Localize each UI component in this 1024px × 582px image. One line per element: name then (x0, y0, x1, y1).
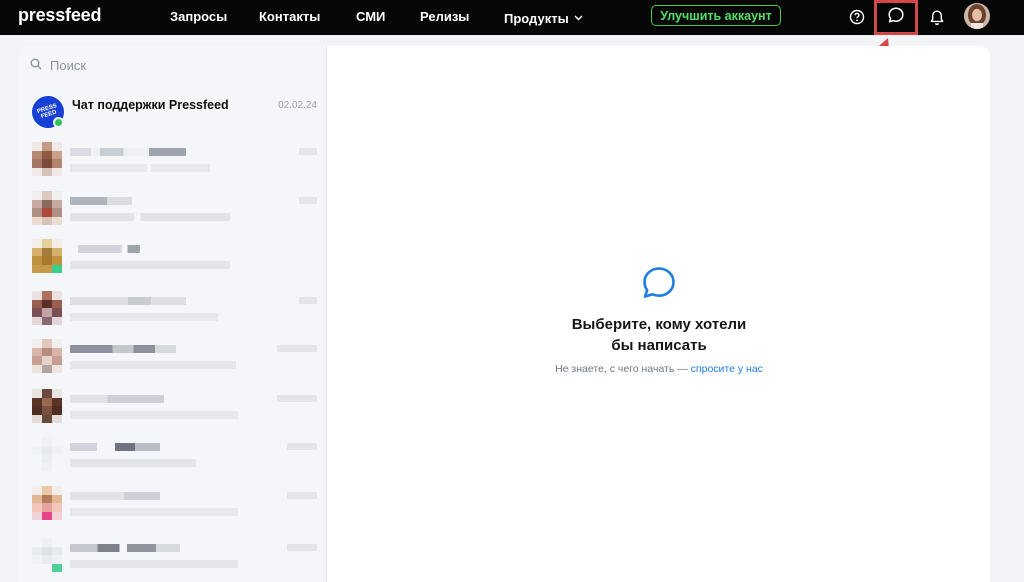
list-item[interactable] (32, 142, 317, 182)
chat-bubble-icon (643, 267, 675, 298)
nav-products[interactable]: Продукты (504, 9, 583, 26)
nav-products-label: Продукты (504, 11, 569, 26)
support-chat-date: 02.02.24 (278, 100, 317, 111)
conversation-empty-state: Выберите, кому хотели бы написать Не зна… (328, 46, 990, 582)
nav-requests[interactable]: Запросы (170, 9, 227, 24)
messages-panel: Поиск PRESS FEED Чат поддержки Pressfeed … (18, 46, 990, 582)
avatar (32, 191, 62, 225)
list-item[interactable] (32, 291, 317, 331)
avatar (32, 437, 62, 471)
list-item[interactable] (32, 538, 317, 578)
ask-us-link[interactable]: спросите у нас (691, 363, 763, 375)
avatar (32, 142, 62, 176)
user-avatar[interactable] (964, 3, 990, 29)
nav-releases[interactable]: Релизы (420, 9, 469, 24)
list-item[interactable] (32, 339, 317, 379)
avatar (32, 291, 62, 325)
nav-contacts[interactable]: Контакты (259, 9, 320, 24)
upgrade-account-button[interactable]: Улучшить аккаунт (651, 5, 781, 26)
list-item[interactable] (32, 191, 317, 231)
support-chat-name: Чат поддержки Pressfeed (72, 98, 229, 112)
nav-media[interactable]: СМИ (356, 9, 385, 24)
chevron-down-icon (574, 9, 583, 24)
avatar (32, 339, 62, 373)
online-status-dot (53, 117, 64, 128)
list-item[interactable] (32, 437, 317, 477)
messages-button[interactable] (874, 0, 918, 35)
empty-title-line-2: бы написать (611, 337, 707, 354)
avatar (32, 538, 62, 572)
hint-text: Не знаете, с чего начать — (555, 363, 688, 375)
search-placeholder: Поиск (50, 58, 87, 73)
search-field[interactable]: Поиск (30, 58, 86, 73)
search-icon (30, 58, 42, 73)
empty-title-line-1: Выберите, кому хотели (571, 316, 747, 333)
list-item[interactable] (32, 239, 317, 279)
bell-icon[interactable] (926, 6, 948, 28)
chat-list-sidebar: Поиск PRESS FEED Чат поддержки Pressfeed … (18, 46, 327, 582)
avatar (32, 486, 62, 520)
support-chat-item[interactable]: PRESS FEED Чат поддержки Pressfeed 02.02.… (27, 91, 317, 133)
list-item[interactable] (32, 486, 317, 526)
empty-state-hint: Не знаете, с чего начать — спросите у на… (328, 363, 990, 375)
empty-state-title: Выберите, кому хотели бы написать (328, 314, 990, 356)
avatar (32, 389, 62, 423)
top-navigation-bar: pressfeed Запросы Контакты СМИ Релизы Пр… (0, 0, 1024, 35)
list-item[interactable] (32, 389, 317, 429)
help-icon[interactable] (846, 6, 868, 28)
avatar (32, 239, 62, 273)
chat-icon (887, 6, 905, 29)
pressfeed-logo[interactable]: pressfeed (18, 5, 101, 26)
